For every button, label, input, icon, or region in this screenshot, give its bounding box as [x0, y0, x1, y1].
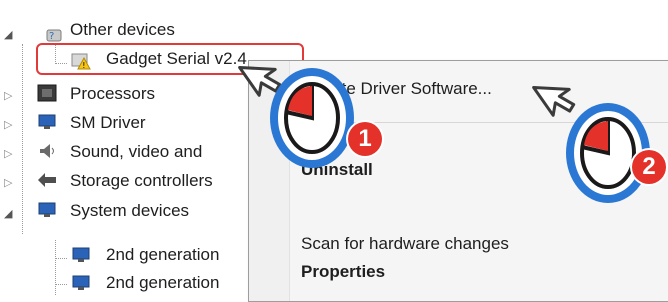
tree-item-gadget-serial[interactable]: Gadget Serial v2.4	[106, 45, 247, 73]
tree-item-label: Sound, video and	[70, 142, 203, 161]
tree-item-label: SM Driver	[70, 113, 146, 132]
tree-item-label: Storage controllers	[70, 171, 213, 190]
tree-item-2nd-generation[interactable]: 2nd generation	[106, 241, 219, 269]
tree-item-sound-video[interactable]: Sound, video and	[70, 138, 202, 166]
tree-item-2nd-generation[interactable]: 2nd generation	[106, 269, 219, 297]
processor-icon	[37, 84, 57, 102]
tree-item-other-devices[interactable]: Other devices	[70, 16, 175, 44]
tree-connector	[55, 284, 67, 285]
tree-connector	[55, 240, 56, 295]
expand-arrow-icon[interactable]: ▷	[4, 118, 12, 131]
tree-item-sm-driver[interactable]: SM Driver	[70, 109, 146, 137]
tree-item-label: Gadget Serial v2.4	[106, 49, 247, 68]
mouse-click-icon	[270, 68, 354, 168]
svg-text:!: !	[82, 61, 85, 70]
expand-arrow-icon[interactable]: ▷	[4, 176, 12, 189]
other-devices-icon: ?	[46, 29, 62, 42]
tree-item-storage-controllers[interactable]: Storage controllers	[70, 167, 213, 195]
tree-item-label: 2nd generation	[106, 245, 220, 264]
step-2-badge: 2	[632, 150, 666, 184]
tree-item-label: Other devices	[70, 20, 175, 39]
expand-arrow-icon[interactable]: ◢	[4, 28, 12, 41]
tree-item-system-devices[interactable]: System devices	[70, 197, 189, 225]
step-1-badge: 1	[348, 122, 382, 156]
expand-arrow-icon[interactable]: ▷	[4, 89, 12, 102]
computer-icon	[38, 114, 56, 129]
tree-item-label: 2nd generation	[106, 273, 220, 292]
menu-item-properties[interactable]: Properties	[301, 262, 385, 282]
warning-device-icon: !	[71, 53, 91, 70]
menu-item-scan-hardware[interactable]: Scan for hardware changes	[301, 234, 509, 254]
svg-text:?: ?	[49, 31, 54, 42]
tree-item-label: System devices	[70, 201, 190, 220]
expand-arrow-icon[interactable]: ◢	[4, 207, 12, 220]
speaker-icon	[40, 144, 54, 158]
tree-connector	[55, 258, 67, 259]
expand-arrow-icon[interactable]: ▷	[4, 147, 12, 160]
computer-icon	[38, 202, 56, 217]
computer-icon	[72, 275, 90, 290]
tree-item-processors[interactable]: Processors	[70, 80, 155, 108]
storage-icon	[38, 173, 56, 187]
tree-item-label: Processors	[70, 84, 156, 103]
tree-connector	[22, 44, 23, 234]
computer-icon	[72, 247, 90, 262]
